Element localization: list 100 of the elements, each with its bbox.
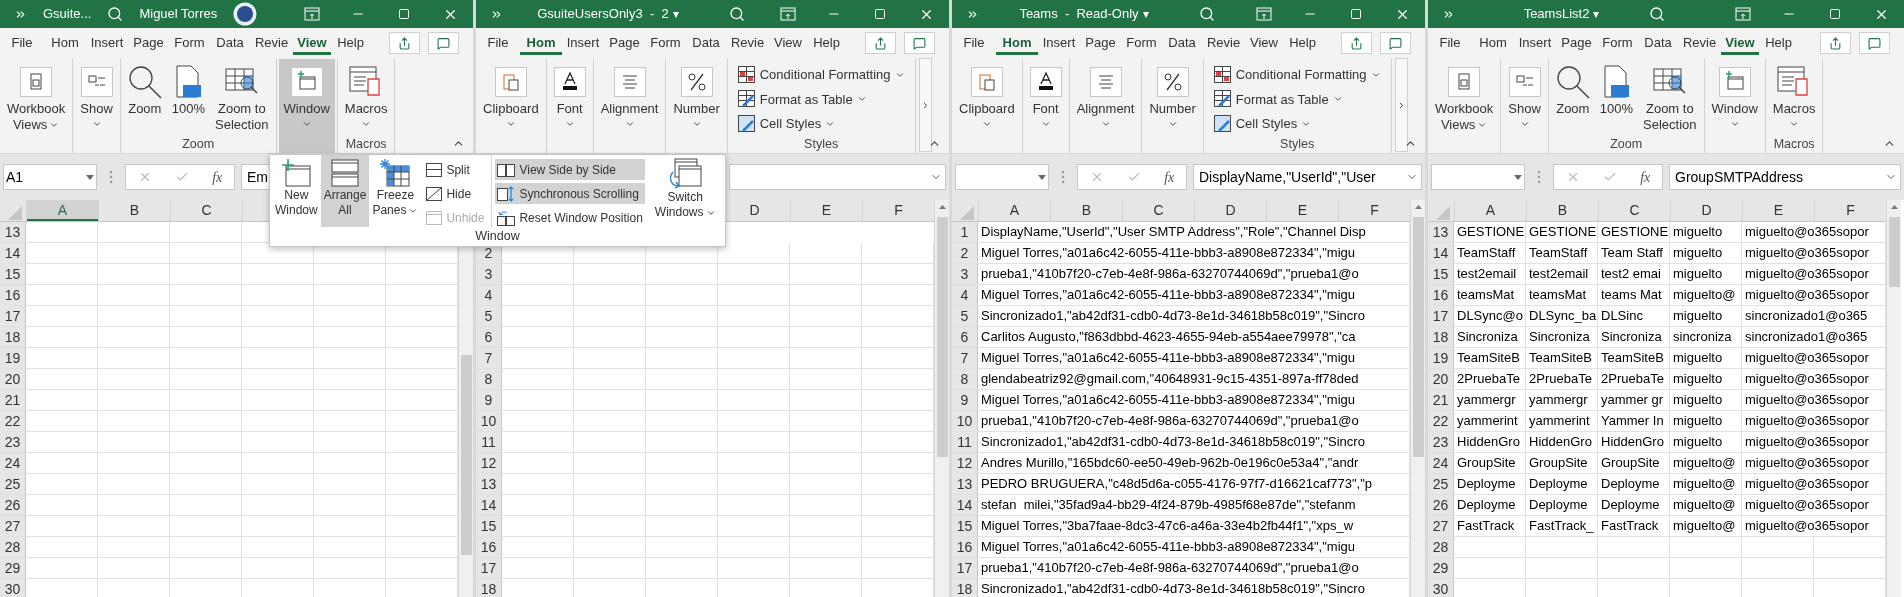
row-header[interactable]: 14 bbox=[0, 243, 26, 263]
row-header[interactable]: 9 bbox=[476, 390, 502, 410]
ribbon-tab[interactable]: File bbox=[952, 31, 996, 55]
row-header[interactable]: 14 bbox=[952, 495, 978, 515]
row-header[interactable]: 25 bbox=[1428, 474, 1454, 494]
column-header[interactable]: A bbox=[26, 200, 98, 221]
row-header[interactable]: 15 bbox=[1428, 264, 1454, 284]
formula-field[interactable]: DisplayName,"UserId","User bbox=[1193, 164, 1422, 190]
row-header[interactable]: 4 bbox=[476, 285, 502, 305]
ribbon-tab[interactable]: Page bbox=[1080, 31, 1121, 55]
title-menu-caret[interactable]: ▾ bbox=[672, 5, 679, 23]
menu-button[interactable]: Arrange All bbox=[320, 155, 370, 227]
row-header[interactable]: 8 bbox=[952, 369, 978, 389]
ribbon-button[interactable]: 100% bbox=[166, 59, 211, 133]
insert-function-button[interactable]: fx bbox=[212, 166, 223, 188]
ribbon-button[interactable]: Zoom to Selection bbox=[210, 59, 274, 133]
menu-item[interactable]: Hide bbox=[424, 183, 487, 204]
row-header[interactable]: 30 bbox=[1428, 579, 1454, 597]
ribbon-tab[interactable]: Page bbox=[604, 31, 645, 55]
column-header[interactable]: A bbox=[978, 200, 1050, 221]
ribbon-button[interactable]: Macros bbox=[1767, 59, 1821, 133]
column-header[interactable]: D bbox=[1194, 200, 1266, 221]
column-header[interactable]: A bbox=[1454, 200, 1526, 221]
row-header[interactable]: 27 bbox=[1428, 516, 1454, 536]
ribbon-button[interactable]: Zoom to Selection bbox=[1638, 59, 1702, 133]
row-header[interactable]: 28 bbox=[1428, 537, 1454, 557]
row-header[interactable]: 5 bbox=[476, 306, 502, 326]
row-header[interactable]: 23 bbox=[0, 432, 26, 452]
name-box[interactable]: A1 bbox=[3, 164, 97, 190]
ribbon-button[interactable]: Cell Styles bbox=[1213, 114, 1381, 134]
row-header[interactable]: 27 bbox=[0, 516, 26, 536]
ribbon-tab[interactable]: Form bbox=[169, 31, 210, 55]
ribbon-tab[interactable]: Insert bbox=[1514, 31, 1556, 55]
ribbon-button[interactable]: Alignment bbox=[595, 59, 664, 153]
row-header[interactable]: 15 bbox=[476, 516, 502, 536]
row-header[interactable]: 23 bbox=[1428, 432, 1454, 452]
row-header[interactable]: 19 bbox=[0, 348, 26, 368]
column-header[interactable]: B bbox=[98, 200, 170, 221]
column-header[interactable]: E bbox=[790, 200, 862, 221]
row-header[interactable]: 7 bbox=[952, 348, 978, 368]
ribbon-tab[interactable]: View bbox=[1245, 31, 1283, 55]
ribbon-tab[interactable]: Hom bbox=[1472, 31, 1514, 55]
row-header[interactable]: 24 bbox=[1428, 453, 1454, 473]
formula-field[interactable]: GroupSMTPAddress bbox=[1669, 164, 1901, 190]
ribbon-tab[interactable]: Hom bbox=[520, 31, 562, 55]
ribbon-button[interactable]: Number bbox=[668, 59, 725, 153]
ribbon-button[interactable]: Window bbox=[278, 59, 335, 153]
ribbon-tab[interactable]: Form bbox=[645, 31, 686, 55]
row-header[interactable]: 13 bbox=[952, 474, 978, 494]
ribbon-button[interactable]: Format as Table bbox=[737, 89, 905, 109]
row-header[interactable]: 17 bbox=[0, 306, 26, 326]
ribbon-tab[interactable]: View bbox=[293, 31, 331, 55]
row-header[interactable]: 3 bbox=[476, 264, 502, 284]
ribbon-tab[interactable]: Page bbox=[1556, 31, 1597, 55]
row-header[interactable]: 15 bbox=[952, 516, 978, 536]
row-header[interactable]: 29 bbox=[1428, 558, 1454, 578]
ribbon-tab[interactable]: Form bbox=[1121, 31, 1162, 55]
row-header[interactable]: 16 bbox=[952, 537, 978, 557]
row-header[interactable]: 7 bbox=[476, 348, 502, 368]
ribbon-button[interactable]: Number bbox=[1144, 59, 1201, 153]
ribbon-tab[interactable]: File bbox=[0, 31, 44, 55]
ribbon-button[interactable]: Zoom bbox=[122, 59, 167, 133]
menu-button[interactable]: New Window bbox=[272, 155, 321, 227]
row-header[interactable]: 26 bbox=[0, 495, 26, 515]
ribbon-button[interactable]: Workbook Views bbox=[1430, 59, 1499, 153]
row-header[interactable]: 13 bbox=[1428, 222, 1454, 242]
ribbon-button[interactable]: Clipboard bbox=[954, 59, 1020, 153]
row-header[interactable]: 11 bbox=[476, 432, 502, 452]
ribbon-tab[interactable]: Hom bbox=[996, 31, 1038, 55]
column-header[interactable]: E bbox=[1742, 200, 1814, 221]
ribbon-button[interactable]: Alignment bbox=[1071, 59, 1140, 153]
row-header[interactable]: 21 bbox=[0, 390, 26, 410]
menu-button[interactable]: Freeze Panes bbox=[369, 155, 422, 227]
row-header[interactable]: 19 bbox=[1428, 348, 1454, 368]
row-header[interactable]: 4 bbox=[952, 285, 978, 305]
ribbon-tab[interactable]: View bbox=[1721, 31, 1759, 55]
ribbon-button[interactable]: Conditional Formatting bbox=[1213, 65, 1381, 85]
ribbon-tab[interactable]: Revie bbox=[250, 31, 293, 55]
insert-function-button[interactable]: fx bbox=[1164, 166, 1175, 188]
column-header[interactable]: E bbox=[1266, 200, 1338, 221]
ribbon-tab[interactable]: Data bbox=[1638, 31, 1678, 55]
menu-button[interactable]: Switch Windows bbox=[651, 155, 719, 227]
column-header[interactable]: C bbox=[1598, 200, 1670, 221]
row-header[interactable]: 11 bbox=[952, 432, 978, 452]
menu-item[interactable]: Reset Window Position bbox=[495, 207, 645, 228]
ribbon-button[interactable]: Font bbox=[548, 59, 591, 153]
row-header[interactable]: 6 bbox=[952, 327, 978, 347]
insert-function-button[interactable]: fx bbox=[1640, 166, 1651, 188]
row-header[interactable]: 18 bbox=[952, 579, 978, 597]
column-header[interactable]: C bbox=[170, 200, 242, 221]
ribbon-tab[interactable]: Revie bbox=[726, 31, 769, 55]
ribbon-tab[interactable]: Data bbox=[1162, 31, 1202, 55]
ribbon-tab[interactable]: Insert bbox=[1038, 31, 1080, 55]
title-menu-caret[interactable]: ▾ bbox=[1142, 5, 1149, 23]
row-header[interactable]: 21 bbox=[1428, 390, 1454, 410]
ribbon-button[interactable]: Show bbox=[1503, 59, 1546, 153]
row-header[interactable]: 16 bbox=[476, 537, 502, 557]
ribbon-tab[interactable]: Revie bbox=[1678, 31, 1721, 55]
row-header[interactable]: 5 bbox=[952, 306, 978, 326]
row-header[interactable]: 3 bbox=[952, 264, 978, 284]
